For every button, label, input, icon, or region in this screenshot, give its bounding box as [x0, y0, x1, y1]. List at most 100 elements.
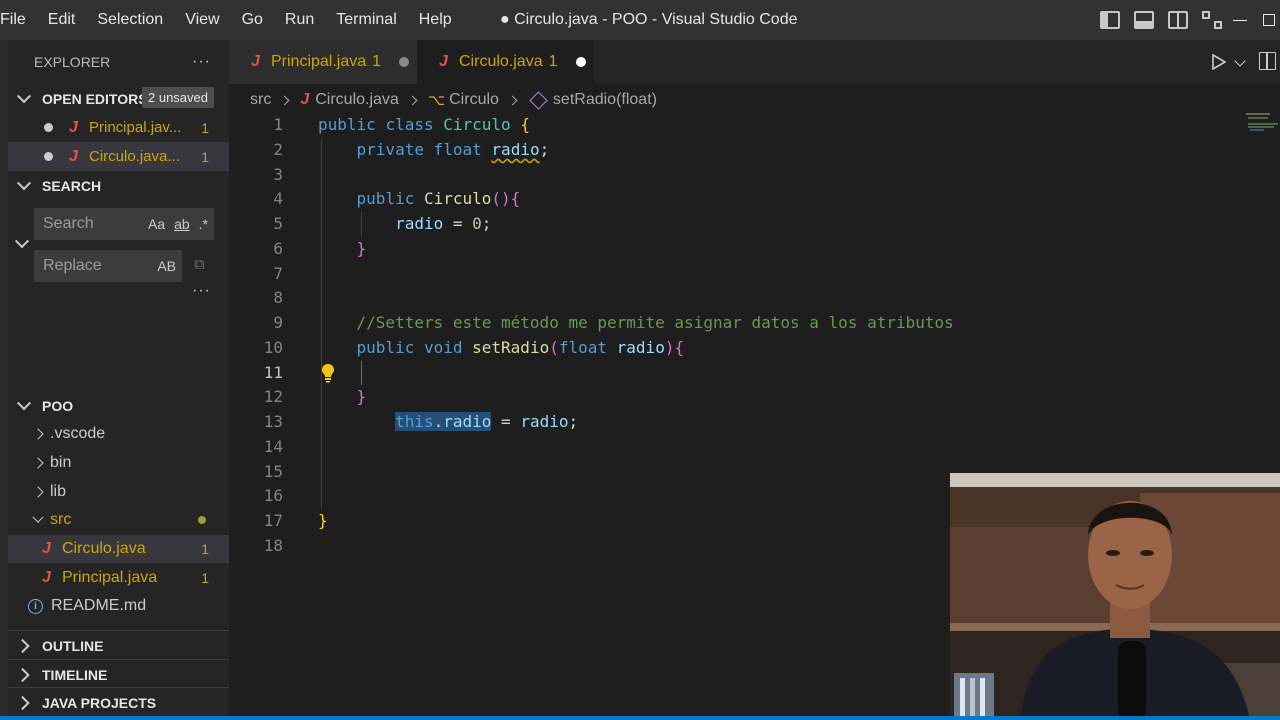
menu-edit[interactable]: Edit — [37, 0, 87, 40]
line-number: 5 — [273, 214, 283, 233]
chevron-down-icon — [16, 178, 32, 194]
title-bar: File Edit Selection View Go Run Terminal… — [0, 0, 1280, 40]
maximize-button[interactable] — [1258, 0, 1280, 40]
tree-item-label: Principal.java — [62, 568, 158, 586]
run-icon[interactable] — [1212, 54, 1226, 70]
unsaved-dot-icon[interactable] — [575, 57, 586, 67]
breadcrumb-folder[interactable]: src — [250, 91, 271, 109]
java-projects-label: JAVA PROJECTS — [42, 694, 157, 711]
code-line: 5 radio = 0; — [229, 212, 950, 237]
replace-input[interactable]: Replace AB — [34, 250, 182, 282]
problem-count: 1 — [201, 119, 209, 136]
problem-count: 1 — [201, 541, 209, 558]
breadcrumb-file[interactable]: Circulo.java — [315, 91, 399, 109]
problem-count: 1 — [201, 569, 209, 586]
tree-folder-vscode[interactable]: .vscode — [8, 420, 229, 449]
toggle-sidebar-icon[interactable] — [1100, 11, 1120, 29]
chevron-right-icon — [30, 455, 46, 471]
match-word-icon[interactable]: ab — [174, 216, 190, 232]
line-number: 11 — [263, 362, 283, 382]
breadcrumb-class[interactable]: Circulo — [449, 91, 499, 109]
tree-item-label: bin — [50, 454, 72, 472]
code-editor[interactable]: 1 public class Circulo { 2 private float … — [229, 113, 954, 559]
line-number: 8 — [273, 288, 283, 308]
unsaved-badge: 2 unsaved — [142, 87, 214, 108]
project-header[interactable]: POO — [8, 391, 229, 420]
minimize-button[interactable] — [1222, 0, 1258, 40]
menu-terminal[interactable]: Terminal — [325, 0, 407, 40]
minimap[interactable] — [1244, 113, 1280, 143]
preserve-case-icon[interactable]: AB — [157, 258, 176, 274]
minimap-line — [1246, 113, 1270, 115]
code-line: 4 public Circulo(){ — [229, 187, 950, 212]
explorer-more-icon[interactable]: ··· — [192, 53, 211, 71]
line-number: 15 — [263, 461, 283, 481]
tree-file-circulo[interactable]: J Circulo.java 1 — [8, 534, 229, 564]
line-number: 17 — [263, 511, 283, 530]
customize-layout-icon[interactable] — [1202, 11, 1222, 29]
unsaved-dot-icon[interactable] — [44, 123, 53, 132]
java-projects-section[interactable]: JAVA PROJECTS — [8, 687, 229, 716]
minimap-line — [1248, 126, 1274, 128]
search-input[interactable]: Search Aa ab .* — [34, 208, 214, 240]
minimap-line — [1250, 129, 1264, 131]
menu-file[interactable]: File — [0, 0, 37, 40]
tree-file-principal[interactable]: J Principal.java 1 — [8, 563, 229, 592]
window-title: ● Circulo.java - POO - Visual Studio Cod… — [500, 11, 798, 28]
search-details-icon[interactable]: ··· — [192, 282, 211, 300]
code-line: 13 — [229, 410, 950, 435]
java-file-icon: J — [69, 118, 78, 136]
explorer-title: EXPLORER — [34, 54, 111, 70]
line-number: 18 — [263, 535, 283, 555]
open-editor-circulo[interactable]: J Circulo.java... 1 — [8, 142, 229, 171]
java-file-icon: J — [42, 540, 51, 558]
tab-circulo[interactable]: J Circulo.java 1 — [417, 40, 594, 84]
tree-folder-src[interactable]: src — [8, 506, 229, 535]
lightbulb-icon[interactable] — [321, 363, 335, 383]
tree-item-label: src — [50, 511, 72, 529]
menu-view[interactable]: View — [174, 0, 230, 40]
unsaved-dot-icon[interactable] — [399, 57, 410, 67]
split-editor-icon[interactable] — [1259, 52, 1276, 70]
toggle-panel-icon[interactable] — [1134, 11, 1154, 29]
search-header[interactable]: SEARCH — [8, 171, 229, 200]
tree-file-readme[interactable]: i README.md — [8, 592, 229, 621]
menu-selection[interactable]: Selection — [86, 0, 174, 40]
match-case-icon[interactable]: Aa — [148, 216, 165, 232]
tree-folder-bin[interactable]: bin — [8, 449, 229, 478]
code-line: 18 — [229, 534, 950, 559]
run-options-chevron-icon[interactable] — [1234, 55, 1246, 67]
timeline-section[interactable]: TIMELINE — [8, 659, 229, 689]
open-editor-name: Principal.jav... — [89, 119, 182, 136]
regex-icon[interactable]: .* — [199, 216, 208, 232]
method-icon — [529, 90, 548, 110]
line-number: 12 — [263, 387, 283, 407]
activity-bar — [0, 40, 8, 716]
code-line: 8 — [229, 286, 950, 311]
project-tree: POO .vscode bin lib src J Circulo.java 1… — [8, 391, 229, 621]
tab-principal[interactable]: J Principal.java 1 — [229, 40, 417, 84]
breadcrumb-method[interactable]: setRadio(float) — [553, 91, 657, 109]
webcam-overlay — [950, 473, 1280, 720]
chevron-right-icon — [30, 484, 46, 500]
menu-go[interactable]: Go — [231, 0, 274, 40]
open-editor-principal[interactable]: J Principal.jav... 1 — [8, 113, 229, 142]
toggle-secondary-sidebar-icon[interactable] — [1168, 11, 1188, 29]
tab-problem-count: 1 — [372, 53, 382, 70]
tree-folder-lib[interactable]: lib — [8, 477, 229, 506]
code-line: 1 public class Circulo { — [229, 113, 950, 138]
unsaved-dot-icon[interactable] — [44, 152, 53, 161]
outline-section[interactable]: OUTLINE — [8, 630, 229, 660]
menu-help[interactable]: Help — [408, 0, 463, 40]
code-line: 6 } — [229, 237, 950, 262]
code-line: 12 } — [229, 385, 950, 410]
open-editors-header[interactable]: OPEN EDITORS 2 unsaved — [8, 84, 229, 113]
toggle-replace-icon[interactable] — [14, 236, 30, 252]
line-number: 2 — [273, 139, 283, 159]
replace-all-icon[interactable]: ⧉ — [194, 256, 212, 274]
menu-run[interactable]: Run — [274, 0, 325, 40]
info-icon: i — [28, 598, 43, 614]
java-file-icon: J — [42, 568, 51, 586]
code-line: 2 private float radio; — [229, 138, 950, 163]
java-file-icon: J — [69, 147, 78, 165]
